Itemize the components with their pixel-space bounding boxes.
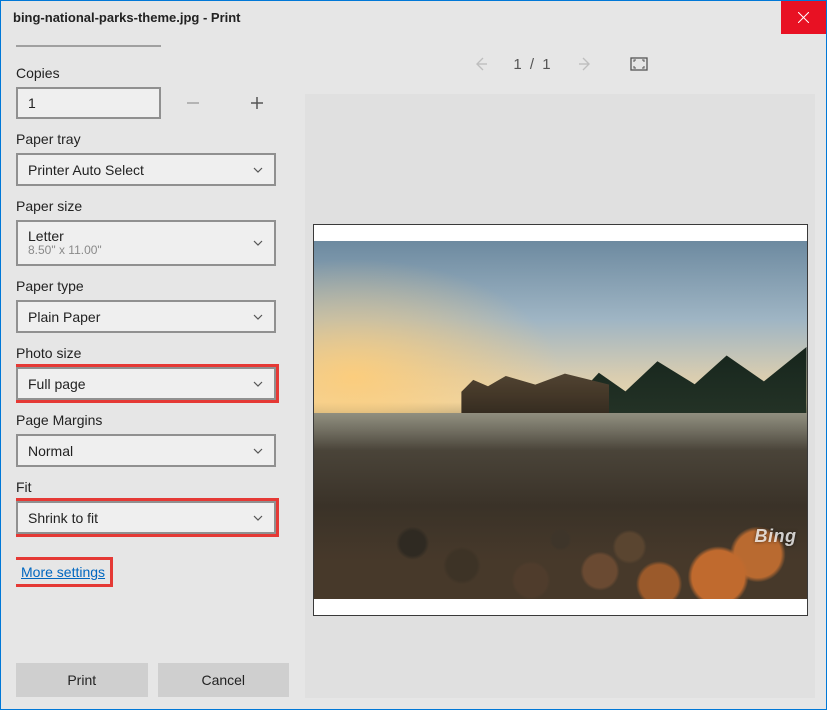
print-dialog-window: bing-national-parks-theme.jpg - Print Co… bbox=[0, 0, 827, 710]
paper-size-section: Paper size Letter 8.50" x 11.00" bbox=[16, 198, 289, 266]
chevron-down-icon bbox=[252, 164, 264, 176]
more-settings-link[interactable]: More settings bbox=[20, 562, 106, 582]
copies-input[interactable] bbox=[16, 87, 161, 119]
paper-size-select[interactable]: Letter 8.50" x 11.00" bbox=[16, 220, 276, 266]
page-separator: / bbox=[530, 56, 536, 73]
paper-type-label: Paper type bbox=[16, 278, 289, 294]
paper-size-detail: 8.50" x 11.00" bbox=[28, 244, 102, 258]
close-icon bbox=[798, 12, 809, 23]
dialog-footer: Print Cancel bbox=[16, 663, 289, 697]
cancel-button[interactable]: Cancel bbox=[158, 663, 290, 697]
minus-icon bbox=[185, 95, 201, 111]
photo-size-select[interactable]: Full page bbox=[16, 367, 276, 400]
photo-size-value: Full page bbox=[28, 376, 86, 392]
settings-scroll-area: Copies Paper tray Printer Auto bbox=[16, 53, 289, 635]
photo-size-section: Photo size Full page bbox=[16, 345, 289, 400]
close-button[interactable] bbox=[781, 1, 826, 34]
prev-page-button[interactable] bbox=[467, 50, 495, 78]
next-page-button[interactable] bbox=[571, 50, 599, 78]
preview-toolbar: 1 / 1 bbox=[305, 34, 815, 94]
copies-label: Copies bbox=[16, 65, 289, 81]
page-margins-label: Page Margins bbox=[16, 412, 289, 428]
window-title: bing-national-parks-theme.jpg - Print bbox=[1, 10, 781, 25]
preview-image: Bing bbox=[314, 241, 807, 599]
print-button[interactable]: Print bbox=[16, 663, 148, 697]
copies-decrement-button[interactable] bbox=[161, 87, 225, 119]
paper-type-select[interactable]: Plain Paper bbox=[16, 300, 276, 333]
page-current: 1 bbox=[513, 56, 523, 73]
arrow-right-icon bbox=[576, 55, 594, 73]
page-margins-value: Normal bbox=[28, 443, 73, 459]
page-total: 1 bbox=[542, 56, 552, 73]
preview-frame: Bing bbox=[305, 94, 815, 698]
fit-label: Fit bbox=[16, 479, 289, 495]
chevron-down-icon bbox=[252, 378, 264, 390]
settings-panel: Copies Paper tray Printer Auto bbox=[1, 34, 301, 709]
chevron-down-icon bbox=[252, 311, 264, 323]
fit-to-page-button[interactable] bbox=[625, 50, 653, 78]
divider bbox=[16, 45, 161, 47]
titlebar: bing-national-parks-theme.jpg - Print bbox=[1, 1, 826, 34]
chevron-down-icon bbox=[252, 237, 264, 249]
paper-size-label: Paper size bbox=[16, 198, 289, 214]
page-indicator: 1 / 1 bbox=[513, 56, 552, 73]
fit-value: Shrink to fit bbox=[28, 510, 98, 526]
photo-size-label: Photo size bbox=[16, 345, 289, 361]
copies-section: Copies bbox=[16, 65, 289, 119]
dialog-body: Copies Paper tray Printer Auto bbox=[1, 34, 826, 709]
arrow-left-icon bbox=[472, 55, 490, 73]
paper-type-value: Plain Paper bbox=[28, 309, 100, 325]
chevron-down-icon bbox=[252, 512, 264, 524]
paper-size-textcol: Letter 8.50" x 11.00" bbox=[28, 228, 102, 258]
page-margins-section: Page Margins Normal bbox=[16, 412, 289, 467]
more-settings-highlight: More settings bbox=[16, 560, 110, 584]
paper-tray-select[interactable]: Printer Auto Select bbox=[16, 153, 276, 186]
chevron-down-icon bbox=[252, 445, 264, 457]
copies-increment-button[interactable] bbox=[225, 87, 289, 119]
paper-tray-label: Paper tray bbox=[16, 131, 289, 147]
fit-section: Fit Shrink to fit bbox=[16, 479, 289, 534]
paper-tray-value: Printer Auto Select bbox=[28, 162, 144, 178]
watermark-text: Bing bbox=[755, 526, 797, 547]
plus-icon bbox=[249, 95, 265, 111]
fit-page-icon bbox=[630, 57, 648, 71]
preview-panel: 1 / 1 Bing bbox=[301, 34, 826, 709]
preview-page: Bing bbox=[313, 224, 808, 616]
fit-select[interactable]: Shrink to fit bbox=[16, 501, 276, 534]
page-margins-select[interactable]: Normal bbox=[16, 434, 276, 467]
paper-type-section: Paper type Plain Paper bbox=[16, 278, 289, 333]
copies-row bbox=[16, 87, 289, 119]
paper-size-value: Letter bbox=[28, 228, 102, 244]
paper-tray-section: Paper tray Printer Auto Select bbox=[16, 131, 289, 186]
